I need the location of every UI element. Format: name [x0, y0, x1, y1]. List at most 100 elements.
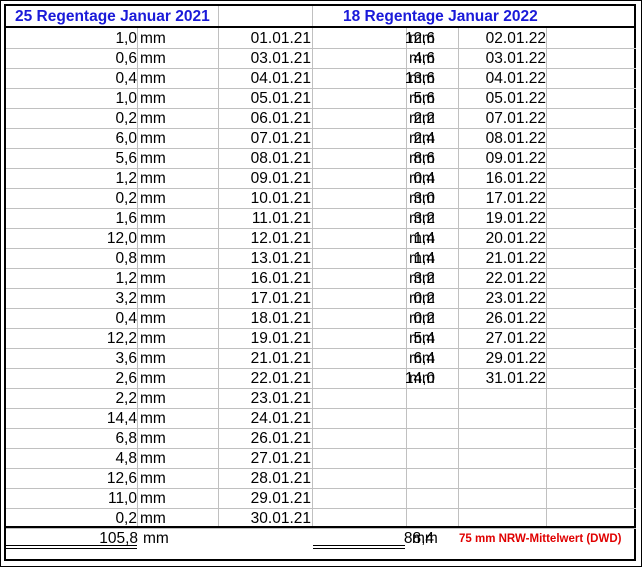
cell-2021-date[interactable]: 18.01.21 — [221, 309, 311, 329]
cell-2021-date[interactable]: 24.01.21 — [221, 409, 311, 429]
cell-2021-date[interactable]: 28.01.21 — [221, 469, 311, 489]
cell-2022-unit[interactable]: mm — [409, 349, 435, 369]
cell-2022-unit[interactable]: mm — [409, 309, 435, 329]
cell-2021-unit[interactable]: mm — [140, 369, 166, 389]
total-2021-unit[interactable]: mm — [143, 529, 169, 549]
cell-2022-date[interactable]: 09.01.22 — [456, 149, 546, 169]
cell-2021-value[interactable]: 3,6 — [57, 349, 137, 369]
cell-2021-date[interactable]: 19.01.21 — [221, 329, 311, 349]
cell-2021-date[interactable]: 10.01.21 — [221, 189, 311, 209]
cell-2022-date[interactable]: 27.01.22 — [456, 329, 546, 349]
cell-2022-date[interactable]: 02.01.22 — [456, 29, 546, 49]
cell-2021-date[interactable]: 08.01.21 — [221, 149, 311, 169]
cell-2021-date[interactable]: 23.01.21 — [221, 389, 311, 409]
cell-2021-date[interactable]: 09.01.21 — [221, 169, 311, 189]
cell-2021-unit[interactable]: mm — [140, 109, 166, 129]
cell-2021-unit[interactable]: mm — [140, 309, 166, 329]
cell-2021-unit[interactable]: mm — [140, 69, 166, 89]
cell-2021-value[interactable]: 1,0 — [57, 89, 137, 109]
cell-2021-value[interactable]: 0,2 — [57, 109, 137, 129]
nrw-average-note[interactable]: 75 mm NRW-Mittelwert (DWD) — [459, 529, 621, 549]
cell-2021-unit[interactable]: mm — [140, 269, 166, 289]
cell-2021-value[interactable]: 14,4 — [57, 409, 137, 429]
cell-2021-unit[interactable]: mm — [140, 489, 166, 509]
cell-2021-value[interactable]: 1,2 — [57, 169, 137, 189]
cell-2021-value[interactable]: 11,0 — [57, 489, 137, 509]
cell-2021-value[interactable]: 2,6 — [57, 369, 137, 389]
cell-2022-date[interactable]: 20.01.22 — [456, 229, 546, 249]
cell-2022-unit[interactable]: mm — [409, 269, 435, 289]
cell-2022-date[interactable]: 07.01.22 — [456, 109, 546, 129]
header-2022[interactable]: 18 Regentage Januar 2022 — [343, 6, 538, 27]
cell-2022-unit[interactable]: mm — [409, 129, 435, 149]
cell-2021-date[interactable]: 12.01.21 — [221, 229, 311, 249]
cell-2021-value[interactable]: 12,6 — [57, 469, 137, 489]
cell-2021-unit[interactable]: mm — [140, 209, 166, 229]
cell-2021-date[interactable]: 13.01.21 — [221, 249, 311, 269]
cell-2021-unit[interactable]: mm — [140, 189, 166, 209]
cell-2021-value[interactable]: 5,6 — [57, 149, 137, 169]
cell-2021-value[interactable]: 4,8 — [57, 449, 137, 469]
cell-2022-date[interactable]: 21.01.22 — [456, 249, 546, 269]
cell-2022-unit[interactable]: mm — [409, 149, 435, 169]
cell-2022-date[interactable]: 05.01.22 — [456, 89, 546, 109]
cell-2021-date[interactable]: 22.01.21 — [221, 369, 311, 389]
cell-2021-value[interactable]: 0,8 — [57, 249, 137, 269]
cell-2021-date[interactable]: 07.01.21 — [221, 129, 311, 149]
cell-2021-date[interactable]: 21.01.21 — [221, 349, 311, 369]
cell-2022-unit[interactable]: mm — [409, 209, 435, 229]
cell-2021-date[interactable]: 16.01.21 — [221, 269, 311, 289]
cell-2021-value[interactable]: 0,4 — [57, 309, 137, 329]
cell-2022-unit[interactable]: mm — [409, 89, 435, 109]
cell-2021-date[interactable]: 04.01.21 — [221, 69, 311, 89]
cell-2021-date[interactable]: 05.01.21 — [221, 89, 311, 109]
cell-2022-unit[interactable]: mm — [409, 249, 435, 269]
cell-2021-date[interactable]: 01.01.21 — [221, 29, 311, 49]
cell-2022-unit[interactable]: mm — [409, 369, 435, 389]
total-2021[interactable]: 105,8 — [58, 529, 138, 549]
cell-2022-date[interactable]: 03.01.22 — [456, 49, 546, 69]
cell-2022-date[interactable]: 26.01.22 — [456, 309, 546, 329]
cell-2022-date[interactable]: 22.01.22 — [456, 269, 546, 289]
cell-2021-date[interactable]: 03.01.21 — [221, 49, 311, 69]
cell-2021-value[interactable]: 0,2 — [57, 189, 137, 209]
cell-2021-unit[interactable]: mm — [140, 389, 166, 409]
cell-2021-value[interactable]: 0,6 — [57, 49, 137, 69]
cell-2022-date[interactable]: 16.01.22 — [456, 169, 546, 189]
cell-2021-value[interactable]: 0,4 — [57, 69, 137, 89]
cell-2021-unit[interactable]: mm — [140, 429, 166, 449]
cell-2021-unit[interactable]: mm — [140, 229, 166, 249]
cell-2021-value[interactable]: 1,0 — [57, 29, 137, 49]
cell-2021-date[interactable]: 27.01.21 — [221, 449, 311, 469]
cell-2022-date[interactable]: 23.01.22 — [456, 289, 546, 309]
cell-2021-value[interactable]: 2,2 — [57, 389, 137, 409]
cell-2021-value[interactable]: 6,8 — [57, 429, 137, 449]
cell-2021-value[interactable]: 3,2 — [57, 289, 137, 309]
cell-2021-unit[interactable]: mm — [140, 49, 166, 69]
cell-2021-unit[interactable]: mm — [140, 89, 166, 109]
cell-2022-unit[interactable]: mm — [409, 109, 435, 129]
cell-2022-date[interactable]: 31.01.22 — [456, 369, 546, 389]
cell-2022-unit[interactable]: mm — [409, 69, 435, 89]
cell-2021-date[interactable]: 29.01.21 — [221, 489, 311, 509]
cell-2022-date[interactable]: 08.01.22 — [456, 129, 546, 149]
cell-2021-unit[interactable]: mm — [140, 249, 166, 269]
cell-2021-unit[interactable]: mm — [140, 149, 166, 169]
cell-2021-unit[interactable]: mm — [140, 449, 166, 469]
cell-2021-unit[interactable]: mm — [140, 169, 166, 189]
cell-2021-unit[interactable]: mm — [140, 289, 166, 309]
cell-2021-unit[interactable]: mm — [140, 329, 166, 349]
cell-2022-unit[interactable]: mm — [409, 29, 435, 49]
cell-2021-unit[interactable]: mm — [140, 29, 166, 49]
cell-2022-unit[interactable]: mm — [409, 329, 435, 349]
cell-2021-value[interactable]: 6,0 — [57, 129, 137, 149]
cell-2022-date[interactable]: 04.01.22 — [456, 69, 546, 89]
cell-2021-date[interactable]: 26.01.21 — [221, 429, 311, 449]
cell-2022-date[interactable]: 29.01.22 — [456, 349, 546, 369]
cell-2021-value[interactable]: 1,2 — [57, 269, 137, 289]
cell-2022-unit[interactable]: mm — [409, 229, 435, 249]
cell-2021-date[interactable]: 06.01.21 — [221, 109, 311, 129]
cell-2021-unit[interactable]: mm — [140, 129, 166, 149]
cell-2021-value[interactable]: 1,6 — [57, 209, 137, 229]
cell-2021-date[interactable]: 11.01.21 — [221, 209, 311, 229]
